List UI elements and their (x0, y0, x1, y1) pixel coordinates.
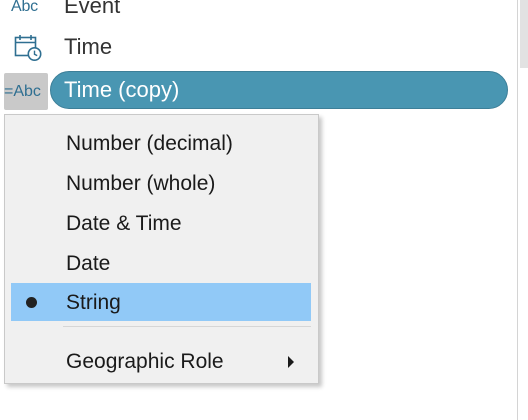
menu-item-date[interactable]: Date (11, 244, 311, 282)
menu-item-label: String (66, 291, 121, 314)
field-label: Event (64, 0, 121, 18)
calculated-string-type-icon: =Abc (4, 83, 41, 100)
menu-item-number-decimal[interactable]: Number (decimal) (11, 124, 311, 162)
menu-item-geographic-role[interactable]: Geographic Role (11, 342, 311, 380)
menu-item-number-whole[interactable]: Number (whole) (11, 164, 311, 202)
field-label: Time (64, 34, 113, 59)
scrollbar[interactable] (520, 0, 528, 68)
menu-item-label: Geographic Role (66, 350, 224, 373)
data-type-menu: Number (decimal) Number (whole) Date & T… (4, 114, 319, 384)
submenu-arrow-icon (288, 356, 294, 368)
menu-item-label: Date (66, 252, 111, 275)
field-label: Time (copy) (64, 77, 180, 102)
selected-field-pill[interactable]: Time (copy) (50, 71, 508, 109)
menu-item-date-time[interactable]: Date & Time (11, 204, 311, 242)
menu-item-label: Number (whole) (66, 172, 216, 195)
date-time-type-icon (14, 34, 44, 67)
menu-separator (63, 326, 311, 327)
data-type-button[interactable]: =Abc (4, 73, 48, 110)
radio-bullet-icon (26, 297, 37, 308)
string-type-icon: Abc (11, 0, 38, 15)
menu-item-string[interactable]: String (11, 283, 311, 321)
menu-item-label: Date & Time (66, 212, 182, 235)
panel-right-border (517, 0, 518, 420)
menu-item-label: Number (decimal) (66, 132, 233, 155)
